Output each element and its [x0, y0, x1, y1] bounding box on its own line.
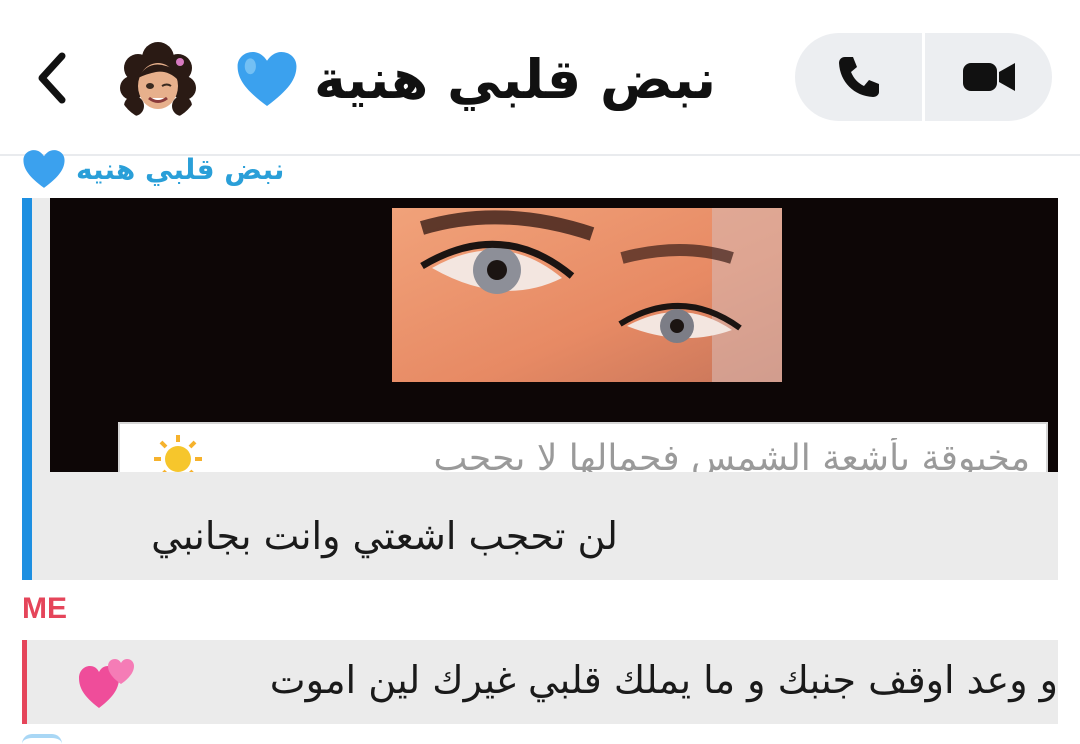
quoted-message[interactable]: مخيوقة بأشعة الشمس فجمالها لا يحجب لن تح…: [22, 198, 1058, 580]
quote-author-name: نبض قلبي هنيه: [76, 152, 285, 186]
image-caption: مخيوقة بأشعة الشمس فجمالها لا يحجب: [433, 438, 1030, 472]
quote-text: لن تحجب اشعتي وانت بجانبي: [151, 514, 618, 558]
chat-title: نبض قلبي هنية: [314, 47, 716, 111]
message-text: و وعد اوقف جنبك و ما يملك قلبي غيرك لين …: [269, 658, 1058, 702]
sun-icon: [154, 435, 202, 472]
back-button[interactable]: [24, 48, 80, 108]
chat-title-area: نبض قلبي هنية: [236, 34, 716, 124]
quoted-image[interactable]: مخيوقة بأشعة الشمس فجمالها لا يحجب: [50, 198, 1058, 472]
video-camera-icon: [962, 63, 1015, 91]
call-actions: [795, 33, 1052, 121]
next-message-peek: [22, 734, 62, 744]
two-hearts-icon: [79, 659, 134, 708]
eyes-photo: [392, 208, 782, 382]
sender-label: ME: [22, 592, 67, 625]
video-call-button[interactable]: [925, 33, 1052, 121]
avatar[interactable]: [116, 38, 200, 122]
blue-heart-icon: [23, 150, 65, 188]
chevron-left-icon: [38, 52, 66, 104]
blue-heart-icon: [237, 51, 297, 107]
voice-call-button[interactable]: [795, 33, 922, 121]
chat-header: نبض قلبي هنية: [0, 0, 1080, 156]
phone-icon: [838, 57, 879, 97]
my-message[interactable]: و وعد اوقف جنبك و ما يملك قلبي غيرك لين …: [22, 640, 1058, 724]
quote-author: نبض قلبي هنيه: [22, 150, 284, 188]
